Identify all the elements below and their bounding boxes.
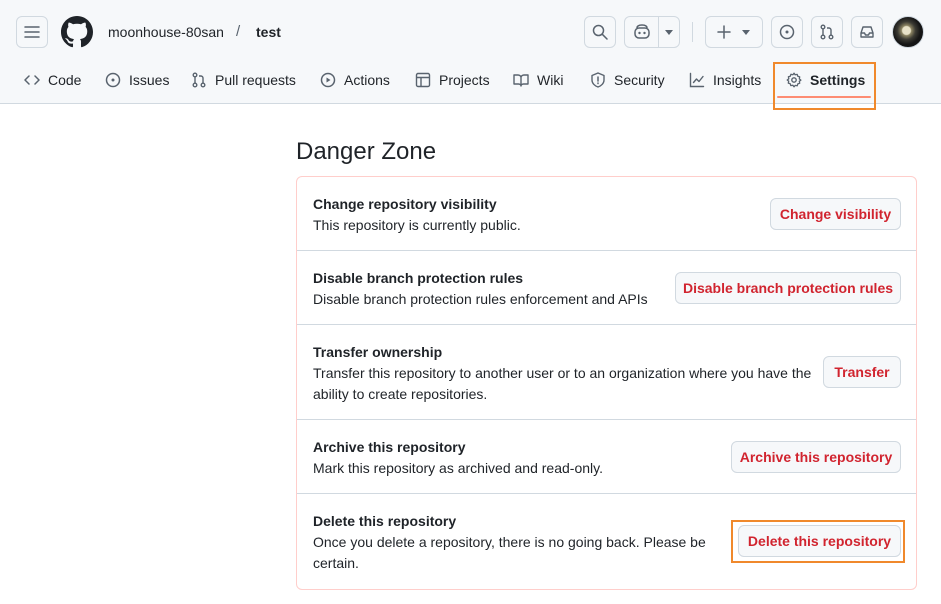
row-description: Once you delete a repository, there is n… bbox=[313, 534, 706, 571]
breadcrumb-separator: / bbox=[236, 23, 241, 40]
copilot-icon bbox=[633, 24, 650, 39]
tab-label: Actions bbox=[344, 72, 390, 88]
change-visibility-button[interactable]: Change visibility bbox=[770, 198, 901, 230]
create-new-button[interactable] bbox=[705, 16, 763, 48]
disable-branch-protection-button[interactable]: Disable branch protection rules bbox=[675, 272, 901, 304]
shield-icon bbox=[591, 72, 605, 88]
github-logo-icon[interactable] bbox=[61, 16, 93, 48]
page-title: Danger Zone bbox=[296, 138, 437, 165]
row-description: Mark this repository as archived and rea… bbox=[313, 460, 603, 476]
repo-link[interactable]: test bbox=[256, 24, 281, 40]
tab-label: Pull requests bbox=[215, 72, 296, 88]
issue-opened-icon bbox=[779, 24, 795, 40]
triangle-down-icon bbox=[742, 30, 750, 35]
inbox-icon bbox=[860, 26, 874, 38]
tab-actions[interactable]: Actions bbox=[320, 62, 390, 98]
row-description: Disable branch protection rules enforcem… bbox=[313, 291, 648, 307]
transfer-button[interactable]: Transfer bbox=[823, 356, 901, 388]
tab-security[interactable]: Security bbox=[590, 62, 665, 98]
tab-issues[interactable]: Issues bbox=[105, 62, 169, 98]
search-icon bbox=[592, 24, 608, 40]
danger-row-archive: Archive this repository Mark this reposi… bbox=[297, 420, 916, 494]
delete-button-highlight bbox=[731, 520, 905, 563]
tab-projects[interactable]: Projects bbox=[415, 62, 490, 98]
copilot-dropdown-button[interactable] bbox=[659, 17, 679, 47]
book-icon bbox=[513, 74, 529, 87]
graph-icon bbox=[689, 72, 705, 88]
your-issues-button[interactable] bbox=[771, 16, 803, 48]
row-title: Archive this repository bbox=[313, 439, 466, 455]
inbox-button[interactable] bbox=[851, 16, 883, 48]
tab-label: Insights bbox=[713, 72, 762, 88]
danger-row-branch-protection: Disable branch protection rules Disable … bbox=[297, 251, 916, 325]
row-title: Change repository visibility bbox=[313, 196, 497, 212]
header-divider bbox=[692, 22, 693, 42]
plus-icon bbox=[717, 25, 731, 39]
git-pull-request-icon bbox=[820, 24, 834, 40]
danger-row-visibility: Change repository visibility This reposi… bbox=[297, 177, 916, 251]
avatar[interactable] bbox=[892, 16, 924, 48]
code-icon bbox=[24, 75, 40, 85]
settings-tab-highlight bbox=[773, 62, 876, 110]
triangle-down-icon bbox=[665, 30, 673, 35]
copilot-button-group bbox=[624, 16, 680, 48]
tab-code[interactable]: Code bbox=[24, 62, 81, 98]
tab-label: Issues bbox=[129, 72, 170, 88]
tab-wiki[interactable]: Wiki bbox=[513, 62, 563, 98]
danger-row-transfer: Transfer ownership Transfer this reposit… bbox=[297, 325, 916, 420]
row-description: This repository is currently public. bbox=[313, 217, 521, 233]
menu-button[interactable] bbox=[16, 16, 48, 48]
tab-insights[interactable]: Insights bbox=[689, 62, 761, 98]
owner-link[interactable]: moonhouse-80san bbox=[108, 24, 224, 40]
issue-opened-icon bbox=[105, 72, 121, 88]
search-button[interactable] bbox=[584, 16, 616, 48]
archive-repository-button[interactable]: Archive this repository bbox=[731, 441, 901, 473]
row-title: Transfer ownership bbox=[313, 344, 443, 360]
tab-label: Wiki bbox=[537, 72, 564, 88]
row-title: Disable branch protection rules bbox=[313, 270, 524, 286]
row-title: Delete this repository bbox=[313, 513, 457, 529]
row-description: Transfer this repository to another user… bbox=[313, 365, 812, 402]
hamburger-icon bbox=[24, 26, 40, 38]
tab-label: Projects bbox=[439, 72, 490, 88]
table-icon bbox=[415, 72, 431, 88]
tab-label: Code bbox=[48, 72, 82, 88]
your-pull-requests-button[interactable] bbox=[811, 16, 843, 48]
git-pull-request-icon bbox=[192, 72, 206, 88]
play-icon bbox=[320, 72, 336, 88]
tab-pull-requests[interactable]: Pull requests bbox=[191, 62, 296, 98]
tab-label: Security bbox=[614, 72, 665, 88]
copilot-button[interactable] bbox=[625, 17, 659, 47]
